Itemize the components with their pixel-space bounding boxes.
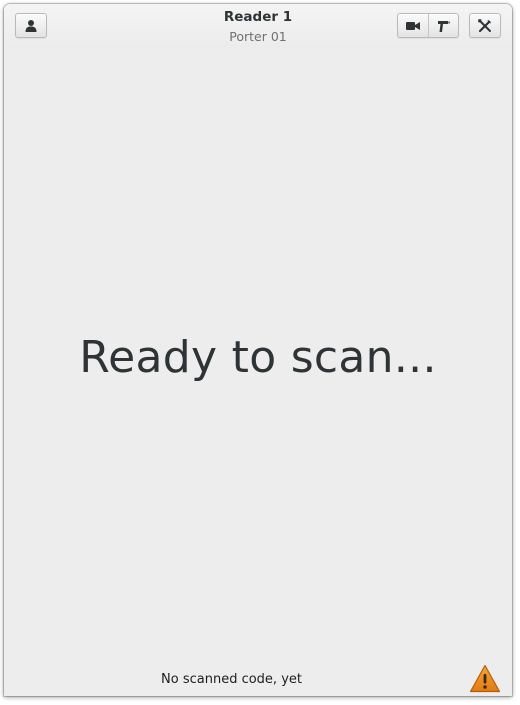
header-bar: Reader 1 Porter 01	[4, 4, 512, 48]
tools-icon	[477, 18, 493, 34]
title-area: Reader 1 Porter 01	[124, 9, 392, 46]
scanner-button[interactable]	[427, 14, 459, 37]
settings-button[interactable]	[469, 13, 501, 38]
last-scanned-code: No scanned code, yet	[161, 672, 302, 687]
user-icon	[24, 19, 38, 33]
window-subtitle: Porter 01	[229, 29, 287, 44]
camera-button[interactable]	[398, 14, 428, 37]
video-camera-icon	[405, 20, 421, 32]
app-window: Reader 1 Porter 01 Ready to scan... No s…	[4, 4, 512, 696]
scan-status-message: Ready to scan...	[79, 332, 437, 383]
input-source-group	[397, 13, 459, 38]
user-button[interactable]	[15, 13, 47, 38]
warning-icon	[469, 664, 501, 693]
window-title: Reader 1	[223, 9, 293, 25]
barcode-scanner-icon	[436, 19, 450, 33]
